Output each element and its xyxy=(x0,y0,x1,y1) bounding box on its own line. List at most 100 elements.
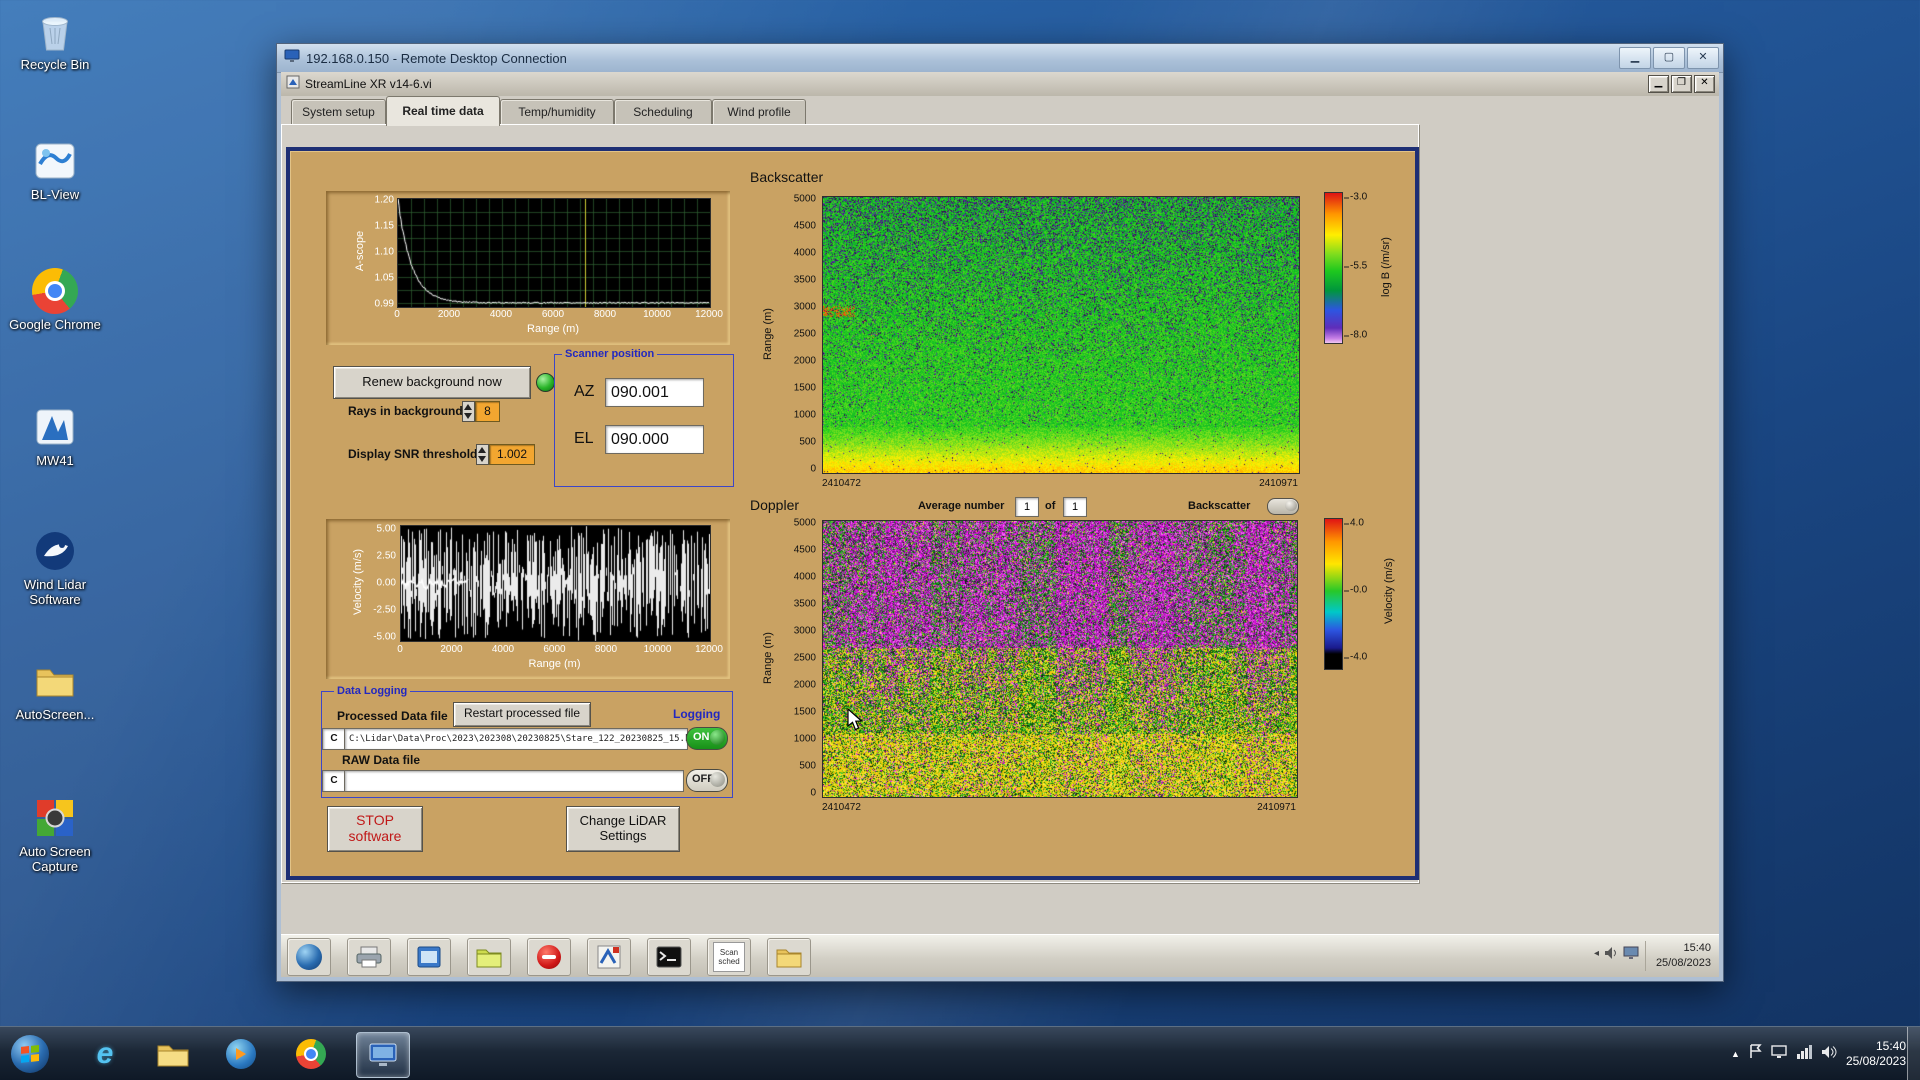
az-value-field[interactable]: 090.001 xyxy=(605,378,704,407)
clock-time: 15:40 xyxy=(1875,1039,1906,1053)
remote-folder-app-icon[interactable] xyxy=(467,938,511,976)
remote-app-icon[interactable] xyxy=(407,938,451,976)
average-total-field[interactable]: 1 xyxy=(1063,497,1087,517)
tray-expand-icon[interactable]: ▲ xyxy=(1731,1049,1740,1059)
processed-logging-toggle-on[interactable]: ON xyxy=(686,727,728,750)
tray-network-icon[interactable] xyxy=(1796,1044,1812,1064)
axis-tick-label: 3500 xyxy=(793,274,816,286)
axis-tick-label: 3000 xyxy=(793,625,816,637)
desktop-icon-wind-lidar[interactable]: Wind Lidar Software xyxy=(0,528,110,607)
bl-view-icon xyxy=(32,138,78,184)
desktop-icon-mw41[interactable]: MW41 xyxy=(0,404,110,468)
restart-processed-file-button[interactable]: Restart processed file xyxy=(453,702,591,727)
scan-sched-tile: Scan sched xyxy=(713,942,745,972)
remote-stop-icon[interactable] xyxy=(527,938,571,976)
average-number-field[interactable]: 1 xyxy=(1015,497,1039,517)
remote-printer-icon[interactable] xyxy=(347,938,391,976)
stop-software-button[interactable]: STOP software xyxy=(327,806,423,852)
remote-start-icon[interactable] xyxy=(287,938,331,976)
rdp-titlebar[interactable]: 192.168.0.150 - Remote Desktop Connectio… xyxy=(277,44,1723,73)
show-desktop-button[interactable] xyxy=(1907,1027,1920,1080)
desktop-icon-chrome[interactable]: Google Chrome xyxy=(0,268,110,332)
axis-tick-label: 3500 xyxy=(793,598,816,610)
rdp-close-button[interactable]: ✕ xyxy=(1687,47,1719,69)
scanner-position-group xyxy=(554,354,734,487)
remote-tray-expand-icon[interactable]: ◂ xyxy=(1594,948,1599,959)
system-tray: ▲ 15:40 25/08/2023 xyxy=(1731,1027,1906,1080)
tab-wind-profile[interactable]: Wind profile xyxy=(712,99,806,125)
remote-display-icon[interactable] xyxy=(1623,946,1639,965)
change-lidar-settings-button[interactable]: Change LiDAR Settings xyxy=(566,806,680,852)
renew-background-button[interactable]: Renew background now xyxy=(333,366,531,399)
average-number-label: Average number xyxy=(918,500,1005,512)
chrome-taskbar-icon[interactable] xyxy=(288,1032,334,1076)
doppler-heatmap xyxy=(822,520,1298,798)
explorer-taskbar-icon[interactable] xyxy=(150,1032,196,1076)
axis-tick-label: 1.20 xyxy=(374,194,394,206)
media-player-taskbar-icon[interactable] xyxy=(218,1032,264,1076)
processed-drive-button[interactable]: C xyxy=(322,728,346,750)
doppler-colorbar-label: Velocity (m/s) xyxy=(1383,557,1395,625)
snr-spinner[interactable] xyxy=(476,444,489,465)
rdp-minimize-button[interactable]: ▁ xyxy=(1619,47,1651,69)
desktop-icon-bl-view[interactable]: BL-View xyxy=(0,138,110,202)
desktop-icon-label: Auto Screen Capture xyxy=(19,844,91,874)
tab-temp-humidity[interactable]: Temp/humidity xyxy=(500,99,614,125)
printer-icon xyxy=(356,946,382,968)
axis-tick-label: 4500 xyxy=(793,220,816,232)
stop-line1: STOP xyxy=(356,812,394,828)
axis-tick-label: 2500 xyxy=(793,328,816,340)
axis-tick-label: 2.50 xyxy=(376,550,396,562)
tab-scheduling[interactable]: Scheduling xyxy=(614,99,712,125)
axis-tick-label: 500 xyxy=(799,436,816,448)
desktop-icon-recycle-bin[interactable]: Recycle Bin xyxy=(0,8,110,72)
backscatter-colorbar-label: log B (/m/sr) xyxy=(1380,237,1392,297)
axis-tick-label: 8000 xyxy=(593,309,617,320)
ie-taskbar-icon[interactable]: e xyxy=(82,1032,128,1076)
remote-terminal-icon[interactable] xyxy=(647,938,691,976)
desktop-icon-label: BL-View xyxy=(30,187,80,202)
ascope-y-label: A-scope xyxy=(354,230,366,272)
velocity-x-label: Range (m) xyxy=(528,658,581,670)
axis-tick-label: 1500 xyxy=(793,382,816,394)
rays-spinner[interactable] xyxy=(462,401,475,422)
tab-real-time-data[interactable]: Real time data xyxy=(386,96,500,126)
desktop-icon-auto-screen-capture[interactable]: Auto Screen Capture xyxy=(0,795,110,874)
remote-scan-sched-icon[interactable]: Scan sched xyxy=(707,938,751,976)
app-close-button[interactable]: ✕ xyxy=(1694,75,1715,93)
doppler-x-start: 2410472 xyxy=(822,802,861,813)
app-titlebar[interactable]: StreamLine XR v14-6.vi ▁ ❐ ✕ xyxy=(281,72,1719,97)
raw-drive-button[interactable]: C xyxy=(322,770,346,792)
raw-path-field[interactable] xyxy=(344,770,684,792)
app-minimize-button[interactable]: ▁ xyxy=(1648,75,1669,93)
remote-volume-icon[interactable] xyxy=(1604,946,1619,965)
remote-folder-icon[interactable] xyxy=(767,938,811,976)
rays-value[interactable]: 8 xyxy=(475,401,500,422)
start-button[interactable] xyxy=(8,1032,52,1076)
raw-logging-toggle-off[interactable]: OFF xyxy=(686,769,728,792)
axis-tick-label: 4000 xyxy=(793,247,816,259)
el-value-field[interactable]: 090.000 xyxy=(605,425,704,454)
snr-value[interactable]: 1.002 xyxy=(489,444,535,465)
axis-tick-label: 1000 xyxy=(793,733,816,745)
app-restore-button[interactable]: ❐ xyxy=(1671,75,1692,93)
app-window: StreamLine XR v14-6.vi ▁ ❐ ✕ System setu… xyxy=(281,72,1719,934)
renew-background-led xyxy=(536,373,555,392)
tray-rdp-indicator-icon[interactable] xyxy=(1771,1044,1787,1064)
desktop-icon-label: Google Chrome xyxy=(9,317,101,332)
tray-action-center-icon[interactable] xyxy=(1749,1044,1762,1064)
orb-icon xyxy=(296,944,322,970)
rdp-maximize-button[interactable]: ▢ xyxy=(1653,47,1685,69)
remote-xr-icon[interactable] xyxy=(587,938,631,976)
rdp-title: 192.168.0.150 - Remote Desktop Connectio… xyxy=(306,50,567,66)
tab-system-setup[interactable]: System setup xyxy=(291,99,386,125)
axis-tick-label: 6000 xyxy=(541,309,565,320)
backscatter-heatmap xyxy=(822,196,1300,474)
desktop-icon-autoscreen-folder[interactable]: AutoScreen... xyxy=(0,658,110,722)
processed-path-field[interactable]: C:\Lidar\Data\Proc\2023\202308\20230825\… xyxy=(344,728,688,750)
mouse-cursor xyxy=(847,708,864,731)
tray-clock[interactable]: 15:40 25/08/2023 xyxy=(1846,1039,1906,1069)
rdp-taskbar-icon[interactable] xyxy=(356,1032,410,1078)
backscatter-display-toggle[interactable] xyxy=(1267,498,1299,515)
tray-volume-icon[interactable] xyxy=(1821,1045,1837,1064)
